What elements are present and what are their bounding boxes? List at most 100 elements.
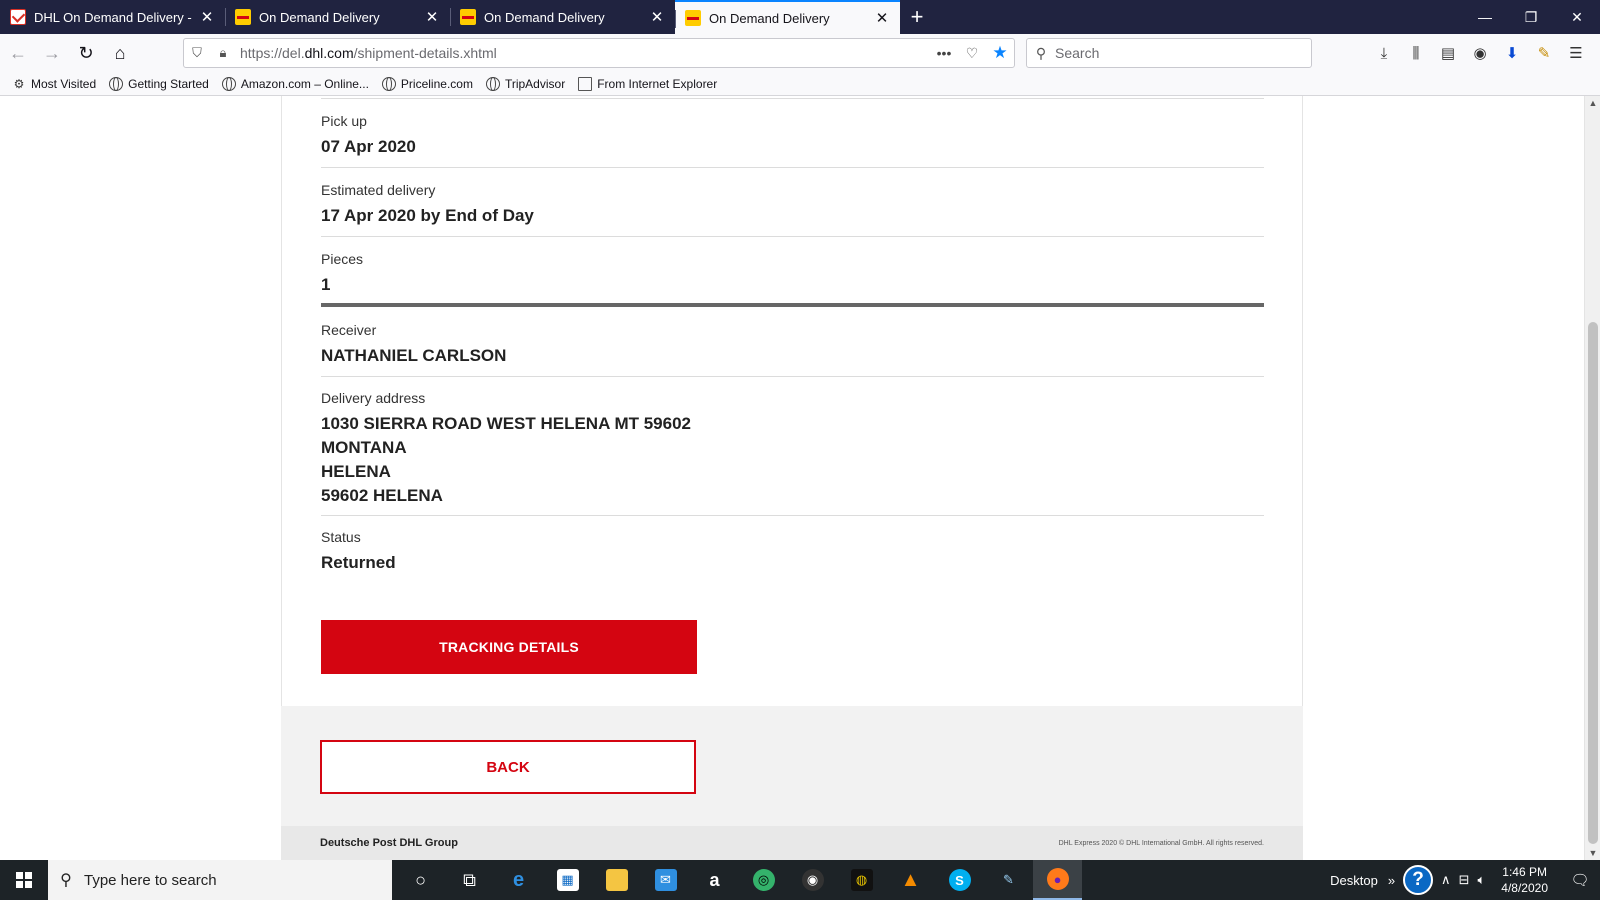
window-close-icon[interactable]: ✕ <box>1554 0 1600 34</box>
page-footer: BACK Deutsche Post DHL Group DHL Express… <box>281 706 1303 860</box>
footer-copyright: DHL Express 2020 © DHL International Gmb… <box>1058 839 1264 847</box>
pieces-row: Pieces 1 <box>321 251 1264 297</box>
bookmark-getting-started[interactable]: Getting Started <box>109 76 209 91</box>
pickup-value: 07 Apr 2020 <box>321 137 416 156</box>
search-placeholder: Search <box>1055 45 1100 61</box>
divider <box>321 236 1264 237</box>
bookmark-star-icon[interactable]: ★ <box>986 43 1014 63</box>
scroll-down-icon[interactable]: ▼ <box>1585 848 1600 858</box>
vertical-scrollbar[interactable]: ▲ ▼ <box>1584 96 1600 860</box>
extension-icon[interactable]: ✎ <box>1528 44 1560 62</box>
close-icon[interactable]: ✕ <box>424 8 440 26</box>
forward-arrow-icon[interactable]: → <box>36 37 68 69</box>
media-app-icon[interactable]: ◉ <box>788 860 837 900</box>
bookmark-label: From Internet Explorer <box>597 76 718 91</box>
downloads-icon[interactable]: ⤓ <box>1368 45 1400 62</box>
edge-icon[interactable]: e <box>494 860 543 900</box>
dhl-icon <box>685 10 701 26</box>
close-icon[interactable]: ✕ <box>649 8 665 26</box>
extension-download-icon[interactable]: ⬇ <box>1496 44 1528 62</box>
delivery-address-row: Delivery address 1030 SIERRA ROAD WEST H… <box>321 390 1264 508</box>
clock-time: 1:46 PM <box>1502 865 1547 879</box>
show-hidden-icons-icon[interactable]: ∧ <box>1441 872 1451 888</box>
close-icon[interactable]: ✕ <box>199 8 215 26</box>
tab-label: DHL On Demand Delivery - nos <box>34 9 193 25</box>
library-icon[interactable]: ⫼ <box>1400 45 1432 62</box>
notifications-icon[interactable]: 🗨︎ <box>1560 871 1600 889</box>
divider <box>321 376 1264 377</box>
pickup-row: Pick up 07 Apr 2020 <box>321 113 1264 159</box>
file-explorer-icon[interactable] <box>592 860 641 900</box>
close-icon[interactable]: ✕ <box>874 9 890 27</box>
color-app-icon[interactable]: ◍ <box>837 860 886 900</box>
vlc-icon[interactable]: ▲ <box>886 860 935 900</box>
navigation-bar: ← → ↻ ⌂ ⛉ 🔒︎ https://del.dhl.com/shipmen… <box>0 34 1600 72</box>
tab-on-demand-delivery-1[interactable]: On Demand Delivery ✕ <box>225 0 450 34</box>
gmail-icon <box>10 9 26 25</box>
bookmark-most-visited[interactable]: ⚙ Most Visited <box>12 77 97 91</box>
cortana-icon[interactable]: ○ <box>396 860 445 900</box>
skype-icon[interactable]: S <box>935 860 984 900</box>
clock[interactable]: 1:46 PM 4/8/2020 <box>1501 864 1548 896</box>
restore-icon[interactable]: ❐ <box>1508 0 1554 34</box>
taskbar-search-box[interactable]: ⚲ Type here to search <box>48 860 392 900</box>
toolbar-chevron-icon[interactable]: » <box>1388 873 1395 888</box>
pocket-icon[interactable]: ♡ <box>958 45 986 62</box>
status-label: Status <box>321 529 361 545</box>
paint-icon[interactable]: ✎ <box>984 860 1033 900</box>
tracking-details-button[interactable]: TRACKING DETAILS <box>321 620 697 674</box>
status-value: Returned <box>321 553 396 572</box>
divider <box>321 98 1264 99</box>
shipment-details-card: Pick up 07 Apr 2020 Estimated delivery 1… <box>281 96 1303 706</box>
copyright-bar: Deutsche Post DHL Group DHL Express 2020… <box>281 826 1303 860</box>
help-icon[interactable]: ? <box>1403 865 1434 895</box>
task-view-icon[interactable]: ⧉ <box>445 860 494 900</box>
menu-hamburger-icon[interactable]: ☰ <box>1560 44 1592 62</box>
toolbar-icons: ⤓ ⫼ ▤ ◉ ⬇ ✎ ☰ <box>1368 38 1592 68</box>
mail-icon[interactable]: ✉ <box>641 860 690 900</box>
bookmark-from-internet-explorer[interactable]: From Internet Explorer <box>578 76 718 91</box>
windows-taskbar: ⚲ Type here to search ○ ⧉ e ▦ ✉ a ◎ ◉ ◍ … <box>0 860 1600 900</box>
bookmark-priceline[interactable]: Priceline.com <box>381 76 473 91</box>
address-line: 1030 SIERRA ROAD WEST HELENA MT 59602 <box>321 414 691 433</box>
sidebar-icon[interactable]: ▤ <box>1432 44 1464 62</box>
network-icon[interactable]: ⊟ <box>1459 872 1470 888</box>
address-bar[interactable]: ⛉ 🔒︎ https://del.dhl.com/shipment-detail… <box>183 38 1015 68</box>
scroll-up-icon[interactable]: ▲ <box>1585 98 1600 108</box>
estimated-delivery-label: Estimated delivery <box>321 182 436 198</box>
delivery-address-value: 1030 SIERRA ROAD WEST HELENA MT 59602 MO… <box>321 412 1264 508</box>
tab-on-demand-delivery-active[interactable]: On Demand Delivery ✕ <box>675 0 900 34</box>
back-button[interactable]: BACK <box>320 740 696 794</box>
back-arrow-icon[interactable]: ← <box>2 37 34 69</box>
bookmark-amazon[interactable]: Amazon.com – Online... <box>221 76 369 91</box>
estimated-delivery-value: 17 Apr 2020 by End of Day <box>321 206 534 225</box>
tripadvisor-icon[interactable]: ◎ <box>739 860 788 900</box>
reload-icon[interactable]: ↻ <box>70 37 102 69</box>
tracking-protection-shield-icon[interactable]: ⛉ <box>184 45 210 61</box>
tab-gmail[interactable]: DHL On Demand Delivery - nos ✕ <box>0 0 225 34</box>
bookmark-label: Amazon.com – Online... <box>240 76 369 91</box>
new-tab-button[interactable]: + <box>900 0 934 34</box>
page-actions-icon[interactable]: ••• <box>930 45 958 61</box>
estimated-delivery-row: Estimated delivery 17 Apr 2020 by End of… <box>321 182 1264 228</box>
volume-icon[interactable]: 🔈︎ <box>1477 872 1485 888</box>
store-icon[interactable]: ▦ <box>543 860 592 900</box>
url-text[interactable]: https://del.dhl.com/shipment-details.xht… <box>236 45 930 61</box>
desktop-toolbar-label[interactable]: Desktop <box>1330 873 1378 888</box>
account-icon[interactable]: ◉ <box>1464 44 1496 62</box>
scrollbar-thumb[interactable] <box>1588 322 1598 844</box>
windows-logo-icon <box>16 872 32 888</box>
tab-on-demand-delivery-2[interactable]: On Demand Delivery ✕ <box>450 0 675 34</box>
search-bar[interactable]: ⚲ Search <box>1026 38 1312 68</box>
lock-icon[interactable]: 🔒︎ <box>210 45 236 61</box>
start-button[interactable] <box>0 860 48 900</box>
bookmark-tripadvisor[interactable]: TripAdvisor <box>485 76 565 91</box>
amazon-icon[interactable]: a <box>690 860 739 900</box>
minimize-icon[interactable]: — <box>1462 0 1508 34</box>
home-icon[interactable]: ⌂ <box>104 37 136 69</box>
window-controls: — ❐ ✕ <box>1462 0 1600 34</box>
receiver-row: Receiver NATHANIEL CARLSON <box>321 322 1264 368</box>
dhl-icon <box>235 9 251 25</box>
pieces-value: 1 <box>321 275 331 294</box>
firefox-icon[interactable]: ● <box>1033 860 1082 900</box>
